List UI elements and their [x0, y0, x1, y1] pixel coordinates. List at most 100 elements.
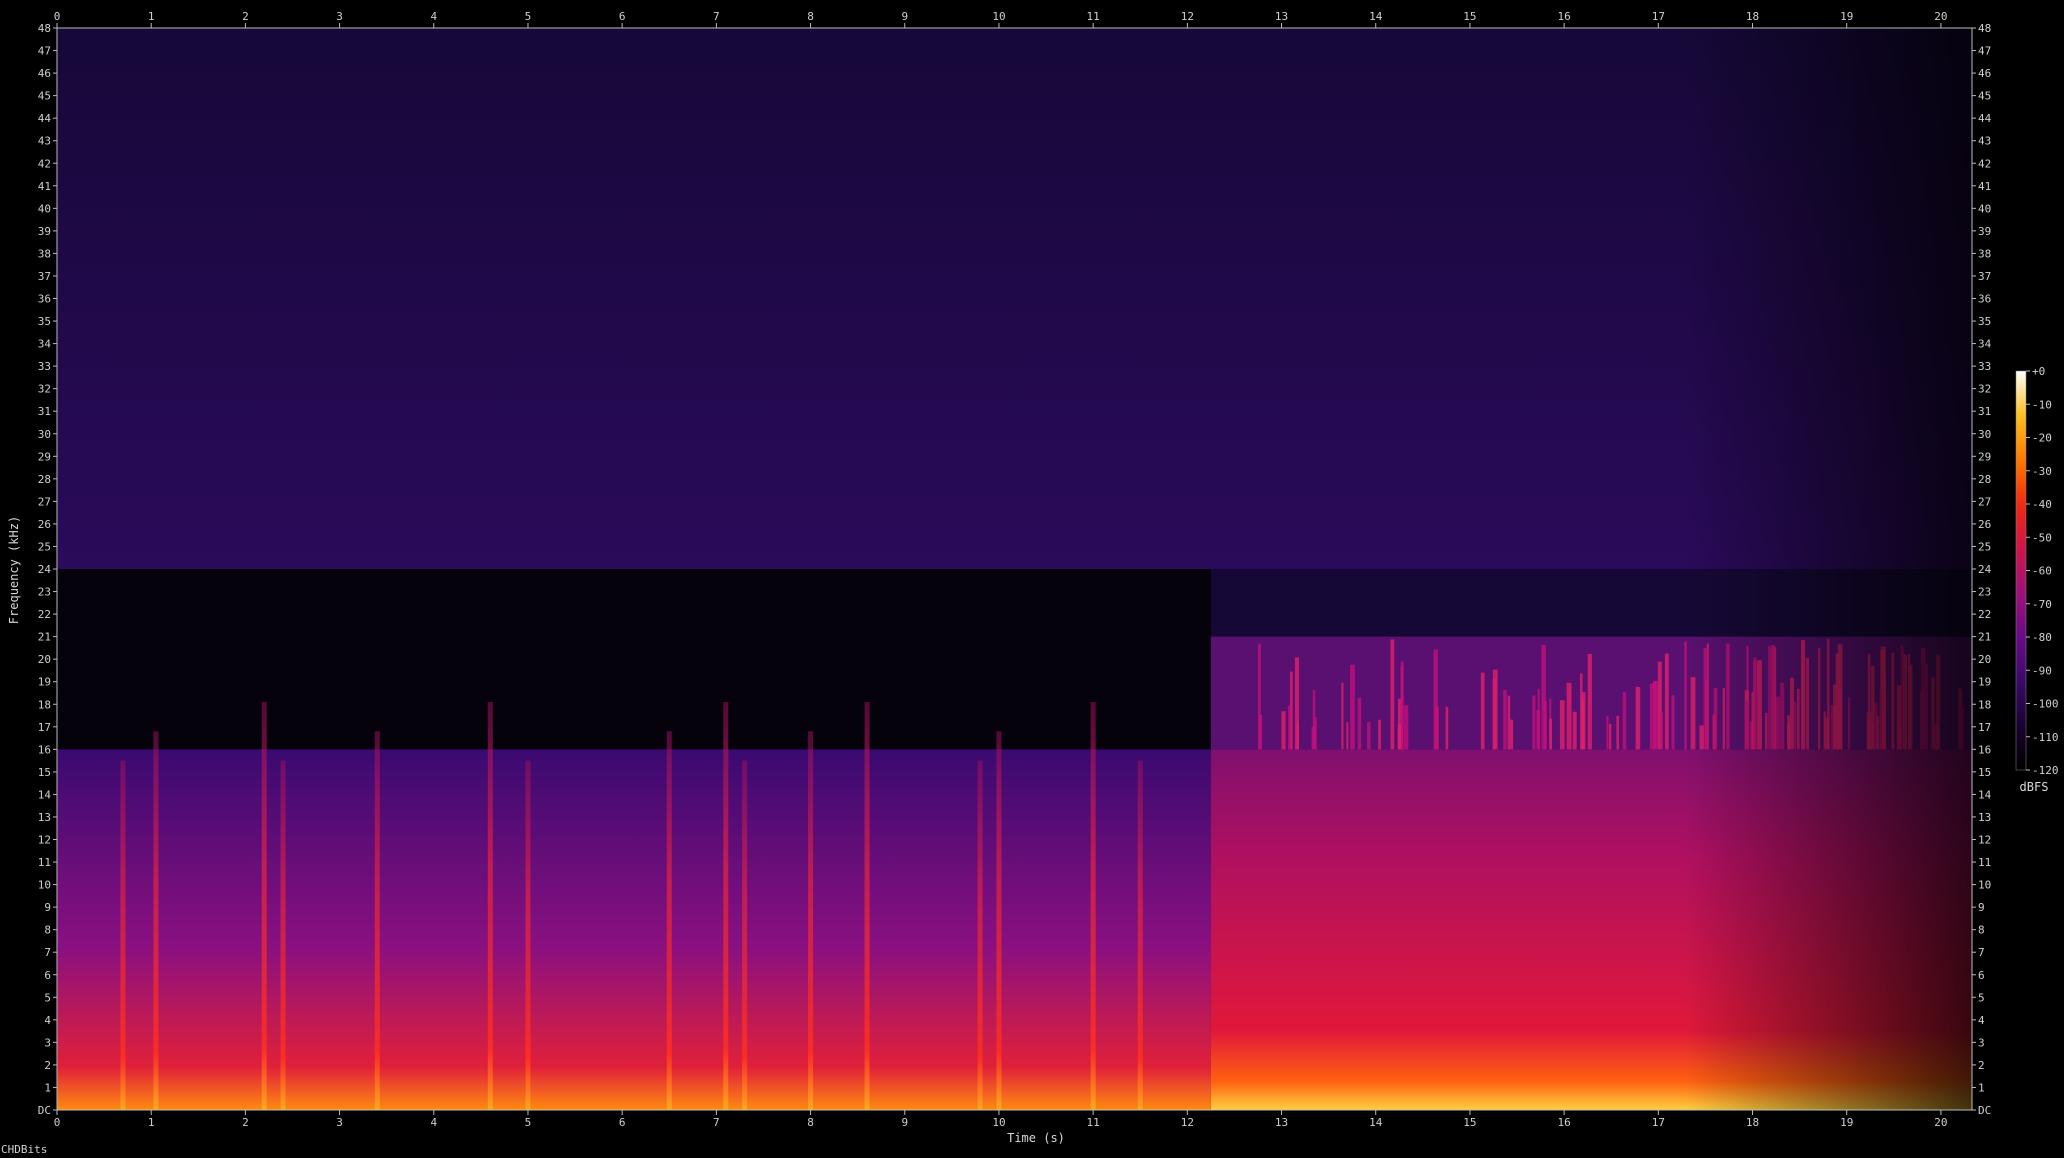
y-tick-left-label: 45	[38, 90, 51, 103]
x-tick-top-label: 4	[430, 10, 437, 23]
y-axis-label: Frequency (kHz)	[7, 516, 21, 624]
y-tick-left-label: 19	[38, 676, 51, 689]
x-tick-top-label: 19	[1840, 10, 1853, 23]
x-tick-top-label: 8	[807, 10, 814, 23]
y-tick-right-label: 39	[1978, 225, 1991, 238]
colorbar-gradient	[2015, 370, 2027, 771]
y-tick-right-label: 21	[1978, 631, 1991, 644]
x-tick-top-label: 0	[54, 10, 61, 23]
y-tick-left-label: 16	[38, 743, 51, 756]
y-tick-left-label: 30	[38, 428, 51, 441]
colorbar-tick-label: -60	[2032, 565, 2052, 578]
footer-brand: CHDBits	[1, 1143, 48, 1156]
x-tick-bottom-label: 5	[525, 1116, 532, 1129]
x-tick-top-label: 2	[242, 10, 249, 23]
y-tick-right-label: 26	[1978, 518, 1991, 531]
spectrogram-marks	[57, 28, 1972, 1110]
y-tick-right-label: 46	[1978, 67, 1991, 80]
y-tick-right-label: 27	[1978, 495, 1991, 508]
y-tick-left-label: 29	[38, 450, 51, 463]
x-tick-top-label: 18	[1746, 10, 1759, 23]
y-tick-right-label: 18	[1978, 698, 1991, 711]
x-tick-bottom-label: 9	[901, 1116, 908, 1129]
y-tick-right-label: 9	[1978, 901, 1985, 914]
y-tick-left-label: 11	[38, 856, 51, 869]
y-tick-left-label: 26	[38, 518, 51, 531]
y-tick-right-label: 44	[1978, 112, 1992, 125]
y-tick-left-label: 25	[38, 540, 51, 553]
colorbar-tick-label: -120	[2032, 764, 2059, 777]
y-tick-left-label: 22	[38, 608, 51, 621]
y-tick-left-label: 27	[38, 495, 51, 508]
colorbar-label: dBFS	[2020, 780, 2049, 794]
y-tick-left-label: 12	[38, 834, 51, 847]
y-tick-right-label: 25	[1978, 540, 1991, 553]
x-tick-bottom-label: 8	[807, 1116, 814, 1129]
x-tick-top-label: 17	[1652, 10, 1665, 23]
colorbar-tick-label: +0	[2032, 365, 2045, 378]
y-tick-left-label: 13	[38, 811, 51, 824]
y-tick-right-label: 30	[1978, 428, 1991, 441]
x-tick-top-label: 13	[1275, 10, 1288, 23]
y-tick-right-label: 15	[1978, 766, 1991, 779]
x-tick-top-label: 5	[525, 10, 532, 23]
colorbar-tick-label: -70	[2032, 598, 2052, 611]
y-tick-left-label: 6	[44, 969, 51, 982]
spectrogram-chart: 0011223344556677889910101111121213131414…	[7, 10, 2059, 1145]
y-tick-left-label: 20	[38, 653, 51, 666]
y-tick-left-label: 43	[38, 135, 51, 148]
x-tick-top-label: 11	[1087, 10, 1100, 23]
y-tick-left-label: 40	[38, 202, 51, 215]
y-tick-left-label: 34	[38, 338, 52, 351]
y-tick-right-label: 37	[1978, 270, 1991, 283]
y-tick-left-label: 39	[38, 225, 51, 238]
y-tick-right-label: 28	[1978, 473, 1991, 486]
y-tick-right-label: 45	[1978, 90, 1991, 103]
x-tick-top-label: 6	[619, 10, 626, 23]
y-tick-right-label: 2	[1978, 1059, 1985, 1072]
x-tick-top-label: 3	[336, 10, 343, 23]
y-tick-right-label: 20	[1978, 653, 1991, 666]
x-tick-bottom-label: 10	[992, 1116, 1005, 1129]
y-tick-right-label: 31	[1978, 405, 1991, 418]
y-tick-right-label: 12	[1978, 834, 1991, 847]
y-tick-left-label: 36	[38, 293, 51, 306]
x-tick-top-label: 14	[1369, 10, 1383, 23]
y-tick-left-label: 42	[38, 157, 51, 170]
y-tick-right-label: 33	[1978, 360, 1991, 373]
x-tick-bottom-label: 12	[1181, 1116, 1194, 1129]
x-tick-bottom-label: 15	[1463, 1116, 1476, 1129]
y-tick-left-label: 3	[44, 1036, 51, 1049]
x-tick-top-label: 16	[1558, 10, 1571, 23]
x-tick-bottom-label: 16	[1558, 1116, 1571, 1129]
y-tick-right-label: 5	[1978, 991, 1985, 1004]
x-tick-top-label: 20	[1934, 10, 1947, 23]
x-tick-bottom-label: 20	[1934, 1116, 1947, 1129]
x-tick-bottom-label: 2	[242, 1116, 249, 1129]
y-tick-right-label: 32	[1978, 383, 1991, 396]
y-tick-left-label: 4	[44, 1014, 51, 1027]
colorbar-tick-label: -90	[2032, 664, 2052, 677]
y-tick-left-label: 46	[38, 67, 51, 80]
x-tick-bottom-label: 17	[1652, 1116, 1665, 1129]
y-tick-right-label: 23	[1978, 586, 1991, 599]
y-tick-left-label: 32	[38, 383, 51, 396]
edge-fade	[57, 28, 1972, 1110]
y-tick-right-label: 40	[1978, 202, 1991, 215]
y-tick-right-label: 7	[1978, 946, 1985, 959]
x-tick-bottom-label: 3	[336, 1116, 343, 1129]
y-tick-left-label: 10	[38, 879, 51, 892]
x-tick-top-label: 15	[1463, 10, 1476, 23]
y-tick-left-label: 7	[44, 946, 51, 959]
x-tick-top-label: 10	[992, 10, 1005, 23]
y-tick-right-label: 19	[1978, 676, 1991, 689]
x-tick-bottom-label: 14	[1369, 1116, 1383, 1129]
y-tick-left-label: 35	[38, 315, 51, 328]
y-tick-left-label: 5	[44, 991, 51, 1004]
y-tick-left-label: 48	[38, 22, 51, 35]
x-axis-label: Time (s)	[1007, 1131, 1065, 1145]
y-tick-right-label: 47	[1978, 45, 1991, 58]
y-tick-left-label: 8	[44, 924, 51, 937]
y-tick-left-label: 31	[38, 405, 51, 418]
y-tick-left-label: 14	[38, 788, 52, 801]
